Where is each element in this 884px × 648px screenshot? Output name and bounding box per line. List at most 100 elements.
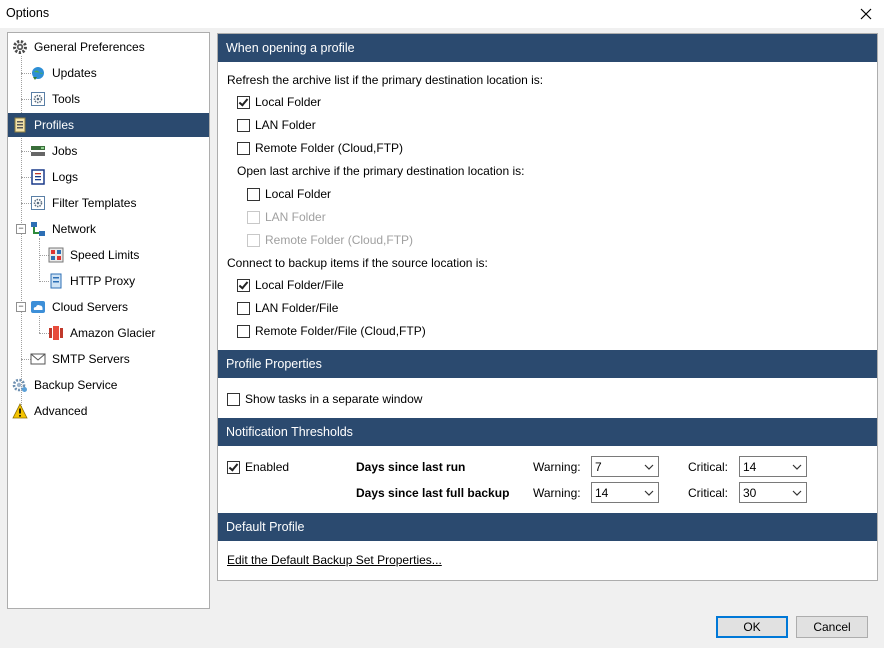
window-title: Options (6, 6, 50, 20)
checkbox-label: Remote Folder/File (Cloud,FTP) (255, 324, 426, 338)
speed-limits-icon (48, 247, 64, 263)
tree-item-label: Updates (52, 66, 97, 80)
select-value: 14 (595, 485, 609, 500)
ok-button[interactable]: OK (716, 616, 788, 638)
edit-default-backup-set-link[interactable]: Edit the Default Backup Set Properties..… (227, 553, 442, 567)
checkbox-box (237, 278, 250, 292)
tree-item-label: Profiles (34, 118, 75, 132)
close-button[interactable] (848, 0, 884, 28)
days-since-last-full-backup-label: Days since last full backup (356, 486, 510, 500)
tree-item-smtp-servers[interactable]: SMTP Servers (30, 347, 130, 371)
connect-local-folder-file-checkbox[interactable]: Local Folder/File (237, 278, 344, 292)
refresh-remote-folder-checkbox[interactable]: Remote Folder (Cloud,FTP) (237, 141, 403, 155)
checkbox-label: LAN Folder (255, 118, 316, 132)
checkbox-label: Local Folder/File (255, 278, 344, 292)
gear-icon (12, 39, 28, 55)
tree-item-label: Amazon Glacier (70, 326, 156, 340)
open-last-local-folder-checkbox[interactable]: Local Folder (247, 187, 331, 201)
tree-item-label: HTTP Proxy (70, 274, 136, 288)
open-last-lan-folder-checkbox: LAN Folder (247, 210, 326, 224)
checkbox-box (237, 324, 250, 338)
show-tasks-separate-window-checkbox[interactable]: Show tasks in a separate window (227, 392, 422, 406)
checkbox-box (247, 210, 260, 224)
tree-item-updates[interactable]: Updates (30, 61, 97, 85)
refresh-archive-label: Refresh the archive list if the primary … (227, 73, 544, 87)
refresh-lan-folder-checkbox[interactable]: LAN Folder (237, 118, 316, 132)
tree-item-tools[interactable]: Tools (30, 87, 80, 111)
tree-item-label: Logs (52, 170, 79, 184)
checkbox-box (237, 141, 250, 155)
network-collapse-toggle[interactable]: − (16, 224, 26, 234)
tree-item-network[interactable]: Network (30, 217, 96, 241)
chevron-down-icon (792, 464, 802, 470)
select-value: 7 (595, 459, 602, 474)
close-icon (860, 8, 872, 20)
open-last-remote-folder-checkbox: Remote Folder (Cloud,FTP) (247, 233, 413, 247)
tree-item-label: Speed Limits (70, 248, 140, 262)
jobs-icon (30, 143, 46, 159)
tree-item-label: SMTP Servers (52, 352, 130, 366)
checkbox-label: Enabled (245, 460, 290, 474)
select-value: 30 (743, 485, 757, 500)
section-header-profile-properties: Profile Properties (218, 350, 877, 378)
full-backup-critical-select[interactable]: 30 (739, 482, 807, 503)
warning-label: Warning: (533, 486, 581, 500)
logs-icon (30, 169, 46, 185)
checkbox-label: LAN Folder (265, 210, 326, 224)
tree-item-jobs[interactable]: Jobs (30, 139, 77, 163)
tree-item-logs[interactable]: Logs (30, 165, 78, 189)
tree-item-label: Tools (52, 92, 81, 106)
connect-backup-items-label: Connect to backup items if the source lo… (227, 256, 488, 270)
tree-item-label: Network (52, 222, 97, 236)
checkbox-label: LAN Folder/File (255, 301, 339, 315)
tree-item-advanced[interactable]: Advanced (12, 399, 87, 423)
profiles-icon (12, 117, 28, 133)
full-backup-warning-select[interactable]: 14 (591, 482, 659, 503)
connect-remote-folder-file-checkbox[interactable]: Remote Folder/File (Cloud,FTP) (237, 324, 426, 338)
title-bar: Options (0, 0, 884, 28)
cancel-button[interactable]: Cancel (796, 616, 868, 638)
network-icon (30, 221, 46, 237)
checkbox-box (237, 301, 250, 315)
tree-item-http-proxy[interactable]: HTTP Proxy (48, 269, 135, 293)
connect-lan-folder-file-checkbox[interactable]: LAN Folder/File (237, 301, 338, 315)
section-header-opening: When opening a profile (218, 34, 877, 62)
checkbox-box (237, 118, 250, 132)
tree-item-profiles[interactable]: Profiles (8, 113, 209, 137)
chevron-down-icon (792, 490, 802, 496)
notifications-enabled-checkbox[interactable]: Enabled (227, 460, 289, 474)
chevron-down-icon (644, 490, 654, 496)
refresh-local-folder-checkbox[interactable]: Local Folder (237, 95, 321, 109)
tree-item-label: Jobs (52, 144, 78, 158)
checkbox-box (247, 187, 260, 201)
critical-label: Critical: (688, 486, 729, 500)
days-since-last-run-label: Days since last run (356, 460, 466, 474)
checkbox-label: Local Folder (255, 95, 322, 109)
tree-item-speed-limits[interactable]: Speed Limits (48, 243, 139, 267)
tree-item-label: Advanced (34, 404, 88, 418)
globe-update-icon (30, 65, 46, 81)
cloud-servers-collapse-toggle[interactable]: − (16, 302, 26, 312)
filter-templates-icon (30, 195, 46, 211)
cloud-icon (30, 299, 46, 315)
section-header-default-profile: Default Profile (218, 513, 877, 541)
profiles-settings-panel: When opening a profile Refresh the archi… (217, 33, 878, 581)
tree-item-amazon-glacier[interactable]: Amazon Glacier (48, 321, 155, 345)
tree-item-cloud-servers[interactable]: Cloud Servers (30, 295, 128, 319)
last-run-warning-select[interactable]: 7 (591, 456, 659, 477)
tree-item-label: Filter Templates (52, 196, 137, 210)
last-run-critical-select[interactable]: 14 (739, 456, 807, 477)
tree-item-backup-service[interactable]: Backup Service (12, 373, 117, 397)
http-proxy-icon (48, 273, 64, 289)
section-header-notification-thresholds: Notification Thresholds (218, 418, 877, 446)
backup-service-gear-icon (12, 377, 28, 393)
checkbox-box (227, 460, 240, 474)
checkbox-box (227, 392, 240, 406)
tree-item-label: Backup Service (34, 378, 118, 392)
checkbox-box (247, 233, 260, 247)
tree-item-filter-templates[interactable]: Filter Templates (30, 191, 136, 215)
envelope-icon (30, 351, 46, 367)
select-value: 14 (743, 459, 757, 474)
tree-guide (39, 238, 40, 282)
tree-item-general-preferences[interactable]: General Preferences (12, 35, 145, 59)
